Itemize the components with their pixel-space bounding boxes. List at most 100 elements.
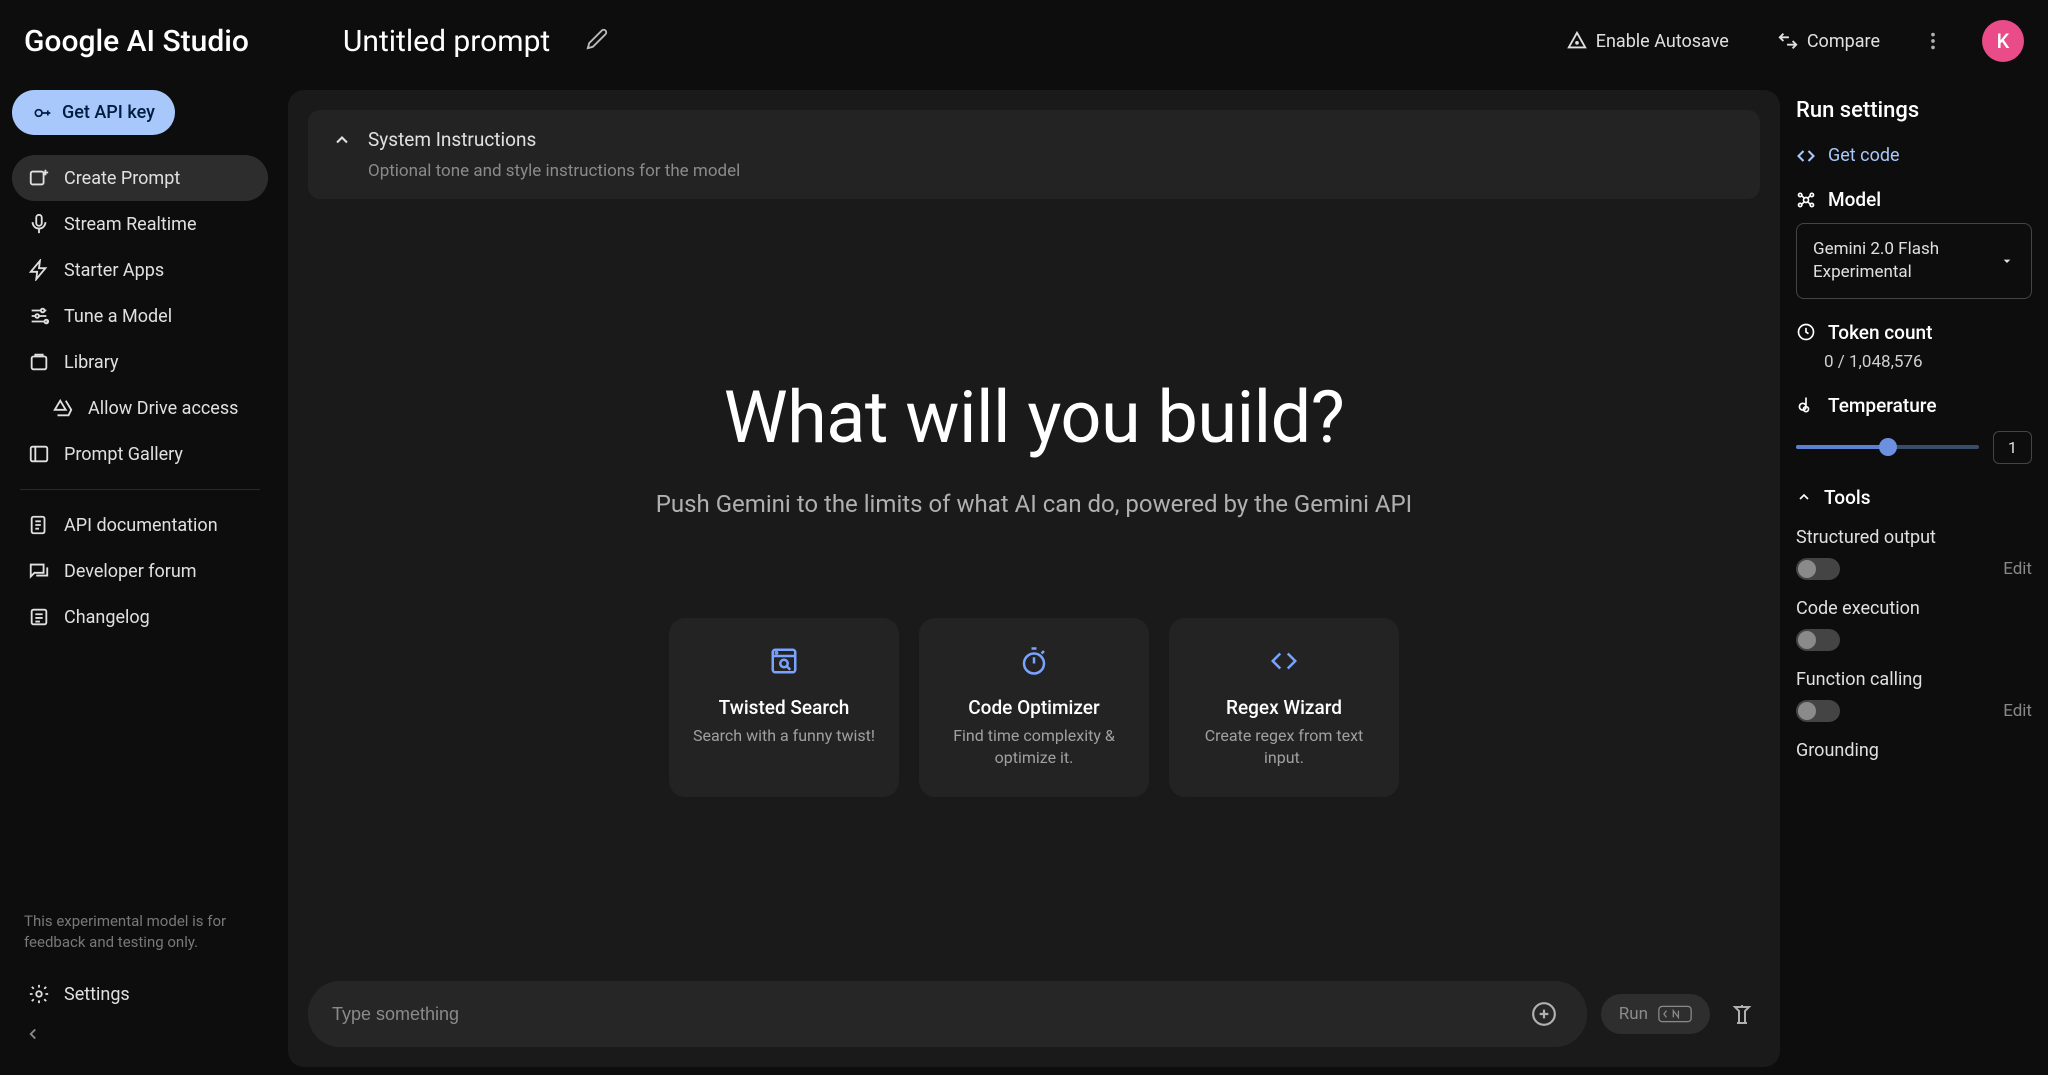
code-icon: [1796, 146, 1816, 166]
forum-icon: [28, 560, 50, 582]
sidebar-item-label: Stream Realtime: [64, 214, 197, 235]
sidebar-item-label: Tune a Model: [64, 306, 172, 327]
chevron-up-icon: [1796, 489, 1812, 505]
card-title: Twisted Search: [689, 696, 879, 719]
sidebar-item-label: Settings: [64, 984, 130, 1005]
sidebar-item-prompt-gallery[interactable]: Prompt Gallery: [12, 431, 268, 477]
sidebar-experimental-note: This experimental model is for feedback …: [12, 903, 268, 961]
compare-button[interactable]: Compare: [1765, 22, 1892, 60]
sidebar-item-tune-model[interactable]: Tune a Model: [12, 293, 268, 339]
starter-card-regex-wizard[interactable]: Regex Wizard Create regex from text inpu…: [1169, 618, 1399, 796]
user-avatar[interactable]: K: [1982, 20, 2024, 62]
prompt-title: Untitled prompt: [343, 24, 550, 59]
compare-label: Compare: [1807, 31, 1880, 52]
structured-output-toggle[interactable]: [1796, 558, 1840, 580]
prompt-input-container: [308, 981, 1587, 1047]
structured-output-edit[interactable]: Edit: [2003, 559, 2032, 579]
chevron-up-icon: [332, 130, 352, 150]
system-instructions-label: System Instructions: [368, 128, 536, 151]
gallery-icon: [28, 443, 50, 465]
prompt-input[interactable]: [332, 1004, 1525, 1025]
token-count-value: 0 / 1,048,576: [1824, 352, 2032, 372]
sidebar-item-label: Library: [64, 352, 119, 373]
tools-section-toggle[interactable]: Tools: [1796, 486, 2032, 509]
sidebar-item-api-docs[interactable]: API documentation: [12, 502, 268, 548]
tune-icon: [28, 305, 50, 327]
docs-icon: [28, 514, 50, 536]
search-page-icon: [689, 646, 879, 680]
more-menu-icon[interactable]: [1916, 24, 1950, 58]
tools-label: Tools: [1824, 486, 1870, 509]
model-select[interactable]: Gemini 2.0 Flash Experimental: [1796, 223, 2032, 299]
run-label: Run: [1619, 1004, 1648, 1024]
run-settings-title: Run settings: [1796, 98, 2032, 123]
cloud-save-icon: [1566, 30, 1588, 52]
structured-output-label: Structured output: [1796, 527, 1936, 548]
changelog-icon: [28, 606, 50, 628]
code-icon: [1189, 646, 1379, 680]
key-icon: [32, 103, 52, 123]
sidebar: Get API key Create Prompt Stream Realtim…: [0, 82, 280, 1075]
temperature-label: Temperature: [1828, 394, 1937, 417]
enable-autosave-button[interactable]: Enable Autosave: [1554, 22, 1741, 60]
sidebar-item-label: API documentation: [64, 515, 218, 536]
chevron-down-icon: [1999, 253, 2015, 269]
get-api-key-label: Get API key: [62, 102, 155, 123]
app-logo[interactable]: Google AI Studio: [24, 24, 249, 59]
system-instructions-placeholder: Optional tone and style instructions for…: [368, 161, 1736, 181]
starter-card-code-optimizer[interactable]: Code Optimizer Find time complexity & op…: [919, 618, 1149, 796]
get-api-key-button[interactable]: Get API key: [12, 90, 175, 135]
card-title: Code Optimizer: [939, 696, 1129, 719]
run-settings-panel: Run settings Get code Model Gemini 2.0 F…: [1788, 82, 2048, 1075]
token-count-icon: [1796, 322, 1816, 342]
get-code-button[interactable]: Get code: [1796, 145, 2032, 166]
temperature-icon: [1796, 395, 1816, 415]
token-count-label: Token count: [1828, 321, 1932, 344]
sidebar-item-stream-realtime[interactable]: Stream Realtime: [12, 201, 268, 247]
card-desc: Create regex from text input.: [1189, 725, 1379, 768]
card-desc: Find time complexity & optimize it.: [939, 725, 1129, 768]
system-instructions-panel[interactable]: System Instructions Optional tone and st…: [308, 110, 1760, 199]
sidebar-item-label: Allow Drive access: [88, 398, 238, 419]
sidebar-divider: [20, 489, 260, 490]
clear-icon[interactable]: [1724, 996, 1760, 1032]
main-panel: System Instructions Optional tone and st…: [288, 90, 1780, 1067]
card-desc: Search with a funny twist!: [689, 725, 879, 747]
model-section-label: Model: [1828, 188, 1881, 211]
function-calling-toggle[interactable]: [1796, 700, 1840, 722]
sidebar-item-developer-forum[interactable]: Developer forum: [12, 548, 268, 594]
sidebar-item-library[interactable]: Library: [12, 339, 268, 385]
add-attachment-icon[interactable]: [1525, 995, 1563, 1033]
function-calling-label: Function calling: [1796, 669, 1922, 690]
code-execution-label: Code execution: [1796, 598, 1920, 619]
model-select-value: Gemini 2.0 Flash Experimental: [1813, 238, 1999, 284]
run-button[interactable]: Run: [1601, 994, 1710, 1034]
sidebar-item-drive-access[interactable]: Allow Drive access: [12, 385, 268, 431]
hero-title: What will you build?: [724, 375, 1345, 460]
grounding-label: Grounding: [1796, 740, 1879, 761]
temperature-value[interactable]: 1: [1993, 431, 2032, 464]
code-execution-toggle[interactable]: [1796, 629, 1840, 651]
function-calling-edit[interactable]: Edit: [2003, 701, 2032, 721]
sidebar-item-label: Changelog: [64, 607, 150, 628]
temperature-slider[interactable]: [1796, 445, 1979, 449]
edit-title-icon[interactable]: [586, 28, 608, 54]
sidebar-item-changelog[interactable]: Changelog: [12, 594, 268, 640]
starter-card-twisted-search[interactable]: Twisted Search Search with a funny twist…: [669, 618, 899, 796]
collapse-sidebar-icon[interactable]: [12, 1017, 268, 1055]
sidebar-item-create-prompt[interactable]: Create Prompt: [12, 155, 268, 201]
sidebar-item-settings[interactable]: Settings: [12, 971, 268, 1017]
card-title: Regex Wizard: [1189, 696, 1379, 719]
sidebar-item-label: Prompt Gallery: [64, 444, 183, 465]
enable-autosave-label: Enable Autosave: [1596, 31, 1729, 52]
library-icon: [28, 351, 50, 373]
mic-icon: [28, 213, 50, 235]
get-code-label: Get code: [1828, 145, 1900, 166]
sidebar-item-label: Create Prompt: [64, 168, 180, 189]
sidebar-item-label: Starter Apps: [64, 260, 164, 281]
stopwatch-icon: [939, 646, 1129, 680]
create-prompt-icon: [28, 167, 50, 189]
bolt-icon: [28, 259, 50, 281]
sidebar-item-starter-apps[interactable]: Starter Apps: [12, 247, 268, 293]
drive-icon: [52, 397, 74, 419]
